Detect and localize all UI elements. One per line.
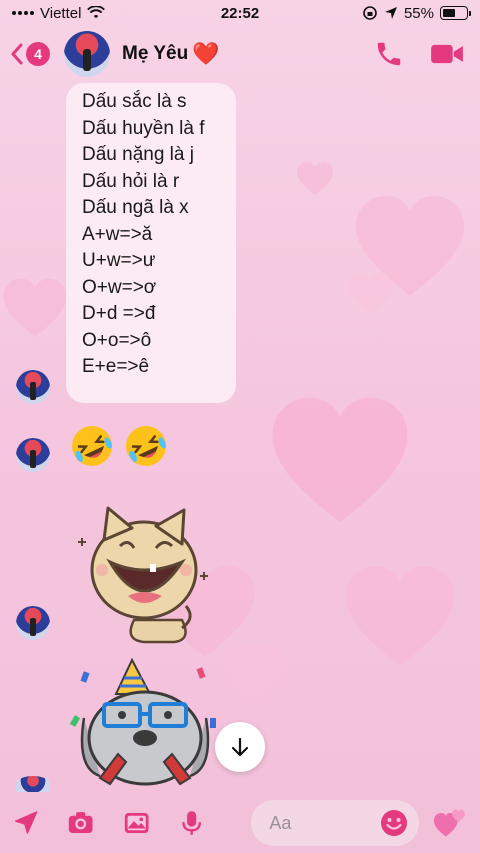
status-bar: Viettel 22:52 55% [0, 0, 480, 26]
sender-avatar[interactable] [16, 606, 50, 640]
message-line: Dấu sắc là s [82, 91, 187, 112]
emoji-message[interactable] [70, 424, 168, 468]
chevron-left-icon [11, 43, 23, 65]
video-camera-icon[interactable] [430, 39, 464, 69]
carrier-label: Viettel [40, 4, 82, 22]
heart-background-decoration [3, 278, 67, 337]
message-line: Dấu nặng là j [82, 144, 194, 165]
status-right: 55% [362, 4, 471, 22]
emoji-icon[interactable] [379, 808, 409, 838]
wifi-icon [87, 6, 106, 19]
message-line: O+o=>ô [82, 329, 152, 351]
rofl-emoji-icon [126, 426, 166, 466]
heart-background-decoration [272, 397, 408, 522]
location-arrow-icon [384, 7, 397, 19]
orientation-lock-icon [363, 6, 377, 20]
back-button[interactable]: 4 [10, 42, 50, 66]
arrow-down-icon [231, 737, 249, 757]
laughing-cat-sticker[interactable] [74, 500, 214, 645]
conversation-header: 4 Mẹ Yêu ❤️ [0, 26, 480, 82]
message-line: U+w=>ư [82, 250, 156, 271]
message-bubble[interactable]: Dấu sắc là s Dấu huyền là f Dấu nặng là j D… [66, 83, 236, 403]
status-left: Viettel [12, 4, 106, 22]
sender-avatar[interactable] [16, 438, 50, 472]
battery-percent: 55% [403, 4, 434, 22]
signal-icon [12, 11, 34, 15]
message-input-wrapper[interactable] [251, 800, 420, 846]
birthday-dog-sticker[interactable] [70, 658, 220, 788]
heart-background-decoration [223, 643, 287, 702]
contact-name[interactable]: Mẹ Yêu ❤️ [122, 41, 220, 67]
message-input[interactable] [269, 812, 380, 834]
header-actions [374, 39, 464, 69]
message-composer [0, 793, 480, 853]
unread-badge: 4 [26, 42, 50, 66]
heart-background-decoration [346, 566, 454, 666]
battery-fill [443, 9, 456, 17]
contact-name-text: Mẹ Yêu [122, 43, 189, 64]
microphone-icon[interactable] [178, 808, 205, 838]
hearts-icon[interactable] [433, 804, 468, 842]
rofl-emoji-icon [72, 426, 112, 466]
sender-avatar[interactable] [16, 370, 50, 404]
sender-avatar[interactable] [16, 776, 50, 792]
message-line: Dấu hỏi là r [82, 170, 180, 192]
message-line: Dấu huyền là f [82, 117, 205, 139]
message-line: Dấu ngã là x [82, 197, 189, 218]
heart-background-decoration [297, 162, 333, 196]
scroll-to-bottom-button[interactable] [215, 722, 265, 772]
heart-icon: ❤️ [192, 41, 220, 66]
heart-background-decoration [347, 272, 393, 314]
battery-icon [440, 6, 471, 20]
contact-avatar[interactable] [64, 31, 110, 77]
message-line: D+d =>đ [82, 303, 156, 324]
message-line: O+w=>ơ [82, 276, 157, 298]
message-line: E+e=>ê [82, 356, 150, 377]
message-line: A+w=>ă [82, 223, 153, 245]
image-icon[interactable] [123, 808, 150, 838]
send-location-icon[interactable] [12, 808, 39, 838]
camera-icon[interactable] [67, 808, 94, 838]
phone-icon[interactable] [374, 39, 404, 69]
